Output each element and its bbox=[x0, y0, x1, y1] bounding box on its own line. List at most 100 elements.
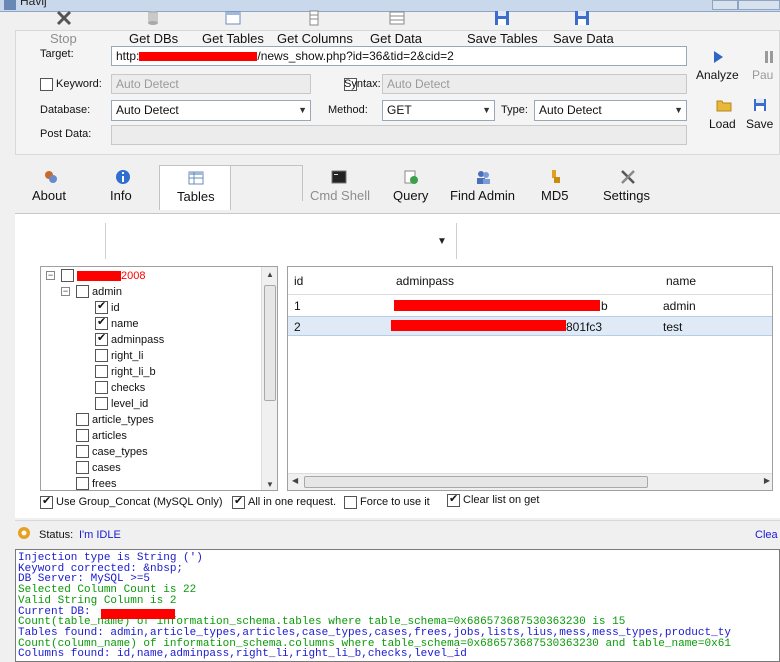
column-checkbox[interactable] bbox=[95, 331, 108, 346]
load-button[interactable]: Load bbox=[704, 98, 744, 132]
get-tables-button[interactable]: Get Tables bbox=[202, 10, 264, 50]
cell-id: 1 bbox=[294, 299, 301, 313]
tab-find-admin-label: Find Admin bbox=[450, 188, 516, 203]
find-admin-icon bbox=[477, 171, 490, 184]
save-tables-button[interactable]: Save Tables bbox=[467, 10, 538, 50]
schema-tree[interactable]: − 2008 − admin id name adminpass right_liri… bbox=[40, 266, 278, 491]
database-select[interactable]: Auto Detect bbox=[111, 100, 311, 121]
data-grid[interactable]: id adminpass name 1 b admin 2 801fc3 tes… bbox=[287, 266, 773, 491]
tree-vertical-scrollbar[interactable]: ▲ ▼ bbox=[261, 267, 277, 490]
analyze-button[interactable]: Analyze bbox=[694, 48, 744, 84]
column-checkbox[interactable] bbox=[95, 365, 108, 378]
table-checkbox[interactable] bbox=[76, 477, 89, 490]
info-icon bbox=[116, 170, 130, 184]
cmd-shell-icon bbox=[331, 170, 347, 184]
log-console[interactable]: Injection type is String (') Keyword corr… bbox=[15, 549, 780, 662]
redacted-current-db bbox=[101, 609, 175, 619]
table-checkbox[interactable] bbox=[76, 413, 89, 426]
log-line: Columns found: id,name,adminpass,right_l… bbox=[18, 648, 467, 661]
table-checkbox[interactable] bbox=[76, 461, 89, 474]
column-checkbox[interactable] bbox=[95, 381, 108, 394]
db-checkbox[interactable] bbox=[61, 269, 74, 282]
data-icon bbox=[389, 11, 405, 25]
maximize-button[interactable] bbox=[738, 0, 780, 10]
table-row[interactable]: 2 801fc3 test bbox=[288, 316, 772, 336]
table-checkbox[interactable] bbox=[76, 445, 89, 458]
grid-horizontal-scrollbar[interactable]: ◀ ▶ bbox=[288, 473, 772, 490]
save-data-button[interactable]: Save Data bbox=[553, 10, 614, 50]
scroll-up-arrow[interactable]: ▲ bbox=[266, 270, 274, 279]
tab-spacer bbox=[231, 165, 303, 201]
tab-info[interactable]: Info bbox=[108, 165, 138, 210]
post-data-input[interactable] bbox=[111, 125, 687, 145]
tables-icon bbox=[188, 171, 204, 185]
column-checkbox[interactable] bbox=[95, 397, 108, 410]
stop-label: Stop bbox=[50, 31, 77, 46]
column-label: checks bbox=[111, 382, 146, 394]
pause-button[interactable]: Pau bbox=[750, 48, 780, 84]
redacted-db-name bbox=[77, 271, 121, 281]
force-checkbox[interactable] bbox=[344, 496, 357, 509]
expand-db-toggle[interactable]: − bbox=[46, 271, 55, 280]
play-icon bbox=[714, 51, 723, 63]
settings-icon bbox=[621, 170, 635, 184]
query-icon bbox=[404, 170, 418, 184]
tab-md5[interactable]: MD5 bbox=[538, 165, 572, 210]
target-url-suffix: /news_show.php?id=36&tid=2&cid=2 bbox=[257, 49, 454, 63]
grid-header-name[interactable]: name bbox=[666, 274, 696, 288]
redacted-hash bbox=[394, 300, 600, 311]
get-columns-button[interactable]: Get Columns bbox=[277, 10, 353, 50]
tab-cmd-shell-label: Cmd Shell bbox=[310, 188, 370, 203]
tab-about[interactable]: About bbox=[30, 165, 72, 210]
cell-id: 2 bbox=[294, 320, 301, 334]
columns-icon bbox=[309, 10, 319, 26]
scroll-down-arrow[interactable]: ▼ bbox=[266, 480, 274, 489]
save-button[interactable]: Save bbox=[746, 98, 780, 132]
keyword-checkbox[interactable] bbox=[40, 78, 53, 91]
redacted-hash bbox=[391, 320, 566, 331]
clear-list-checkbox[interactable] bbox=[447, 492, 460, 507]
keyword-input[interactable]: Auto Detect bbox=[111, 74, 311, 94]
group-concat-checkbox[interactable] bbox=[40, 494, 53, 509]
tab-bar: About Info Tables Cmd Shell Query Find A… bbox=[30, 165, 690, 210]
clear-log-link[interactable]: Clea bbox=[755, 529, 778, 541]
column-checkbox[interactable] bbox=[95, 315, 108, 330]
clear-list-label: Clear list on get bbox=[463, 494, 540, 506]
stop-icon bbox=[56, 10, 72, 26]
get-data-label: Get Data bbox=[370, 31, 423, 46]
grid-scroll-thumb[interactable] bbox=[304, 476, 648, 488]
all-in-one-label: All in one request. bbox=[248, 496, 337, 508]
method-select[interactable]: GET bbox=[382, 100, 495, 121]
app-icon bbox=[4, 0, 16, 10]
column-checkbox[interactable] bbox=[95, 349, 108, 362]
tab-query[interactable]: Query bbox=[392, 165, 430, 210]
grid-header-adminpass[interactable]: adminpass bbox=[396, 274, 454, 288]
tab-cmd-shell[interactable]: Cmd Shell bbox=[308, 165, 370, 210]
save-data-label: Save Data bbox=[553, 31, 614, 46]
get-data-dropdown[interactable]: ▼ bbox=[437, 236, 449, 248]
expand-admin-toggle[interactable]: − bbox=[61, 287, 70, 296]
get-data-button[interactable]: Get Data bbox=[370, 10, 424, 50]
column-label: adminpass bbox=[111, 334, 165, 346]
group-concat-label: Use Group_Concat (MySQL Only) bbox=[56, 496, 223, 508]
type-select[interactable]: Auto Detect bbox=[534, 100, 687, 121]
table-checkbox[interactable] bbox=[76, 429, 89, 442]
scroll-left-arrow[interactable]: ◀ bbox=[292, 476, 298, 485]
tab-find-admin[interactable]: Find Admin bbox=[448, 165, 518, 210]
scroll-right-arrow[interactable]: ▶ bbox=[764, 476, 770, 485]
toolbar-separator-2 bbox=[456, 223, 457, 259]
grid-header-id[interactable]: id bbox=[294, 274, 303, 288]
minimize-button[interactable] bbox=[712, 0, 738, 10]
admin-checkbox[interactable] bbox=[76, 285, 89, 298]
column-checkbox[interactable] bbox=[95, 299, 108, 314]
syntax-input[interactable]: Auto Detect bbox=[382, 74, 687, 94]
get-dbs-button[interactable]: Get DBs bbox=[129, 10, 178, 50]
tab-tables[interactable]: Tables bbox=[159, 165, 231, 210]
all-in-one-checkbox[interactable] bbox=[232, 494, 245, 509]
stop-button[interactable]: Stop bbox=[50, 10, 78, 50]
tree-scroll-thumb[interactable] bbox=[264, 285, 276, 401]
table-row[interactable]: 1 b admin bbox=[288, 296, 772, 316]
cell-name: admin bbox=[663, 299, 696, 313]
folder-icon bbox=[716, 100, 732, 112]
tab-settings[interactable]: Settings bbox=[600, 165, 656, 210]
